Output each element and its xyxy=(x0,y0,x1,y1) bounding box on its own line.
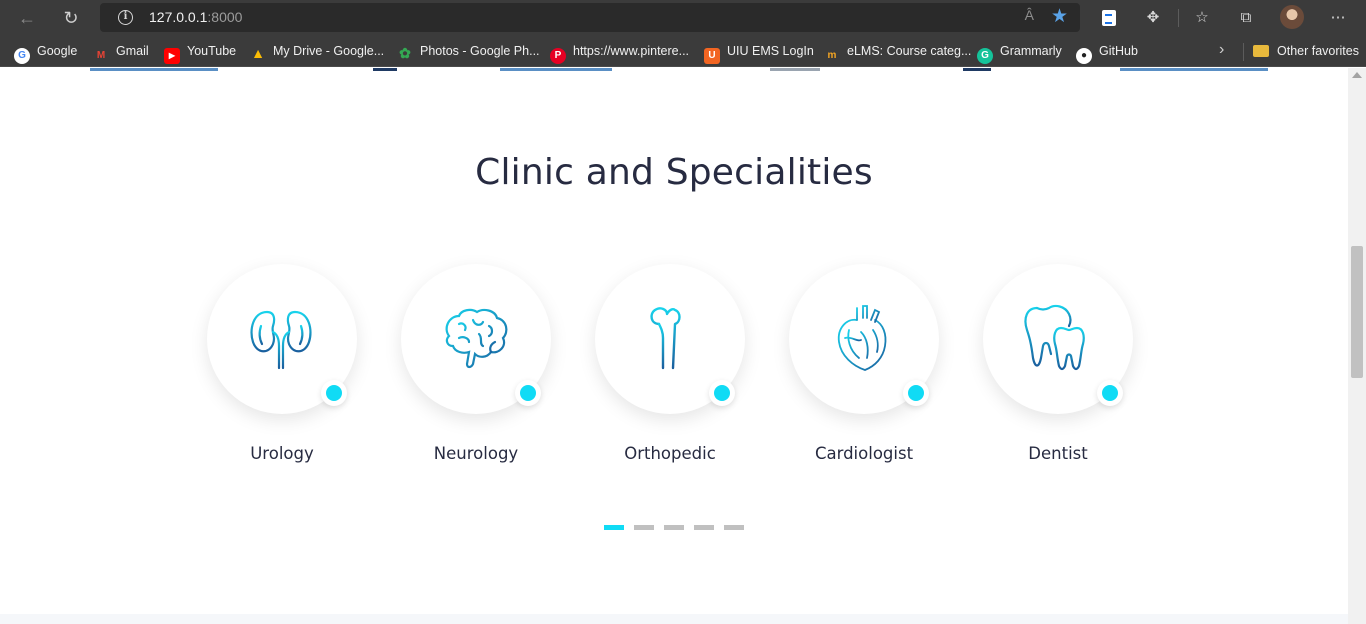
speciality-neurology[interactable]: Neurology xyxy=(379,264,573,474)
pager-dot[interactable] xyxy=(634,525,654,530)
bookmark-drive[interactable]: ▲ My Drive - Google... xyxy=(250,42,385,61)
scroll-up-arrow-icon[interactable] xyxy=(1352,72,1362,78)
bookmark-label: My Drive - Google... xyxy=(273,44,385,58)
bookmark-label: GitHub xyxy=(1099,44,1138,58)
previous-section-edge xyxy=(0,68,1348,72)
favorites-list-icon[interactable]: ☆ xyxy=(1190,6,1214,30)
uiu-icon: U xyxy=(704,48,720,64)
extension-doc-icon[interactable] xyxy=(1097,6,1121,30)
bookmark-label: Gmail xyxy=(116,44,149,58)
reload-icon[interactable]: ↻ xyxy=(57,5,85,31)
photos-icon: ✿ xyxy=(399,45,411,61)
speciality-label[interactable]: Orthopedic xyxy=(573,444,767,463)
extensions-puzzle-icon[interactable]: ✥ xyxy=(1141,6,1165,30)
speciality-label[interactable]: Neurology xyxy=(379,444,573,463)
bone-icon xyxy=(650,307,681,370)
speciality-indicator-dot xyxy=(1097,380,1123,406)
page-scrollbar[interactable] xyxy=(1348,68,1366,624)
speciality-label[interactable]: Cardiologist xyxy=(767,444,961,463)
read-aloud-icon[interactable]: Â xyxy=(1025,7,1034,23)
speciality-dentist[interactable]: Dentist xyxy=(961,264,1155,474)
kidney-icon xyxy=(250,310,312,370)
youtube-icon: ▶ xyxy=(164,48,180,64)
speciality-indicator-dot xyxy=(515,380,541,406)
bookmark-label: Grammarly xyxy=(1000,44,1062,58)
pager-dot[interactable] xyxy=(664,525,684,530)
bookmark-google[interactable]: G Google xyxy=(14,42,78,64)
speciality-label[interactable]: Dentist xyxy=(961,444,1155,463)
bookmark-label: https://www.pintere... xyxy=(573,44,690,58)
bookmark-uiu-ems[interactable]: U UIU EMS LogIn xyxy=(704,42,814,64)
pager-dot[interactable] xyxy=(724,525,744,530)
scroll-thumb[interactable] xyxy=(1351,246,1363,378)
profile-avatar[interactable] xyxy=(1280,5,1304,29)
other-favorites[interactable]: Other favorites xyxy=(1253,42,1359,60)
back-arrow-icon[interactable]: ← xyxy=(13,5,41,31)
bookmark-pinterest[interactable]: Phttps://www.pintere... xyxy=(550,42,690,64)
bookmark-photos[interactable]: ✿ Photos - Google Ph... xyxy=(397,42,540,61)
pager-dot[interactable] xyxy=(604,525,624,530)
speciality-indicator-dot xyxy=(709,380,735,406)
speciality-urology[interactable]: Urology xyxy=(185,264,379,474)
heart-icon xyxy=(837,305,887,371)
elms-icon: m xyxy=(827,50,837,61)
toolbar-divider xyxy=(1178,9,1179,27)
speciality-indicator-dot xyxy=(903,380,929,406)
favorite-star-icon[interactable]: ★ xyxy=(1051,5,1068,28)
bookmark-label: YouTube xyxy=(187,44,237,58)
speciality-indicator-dot xyxy=(321,380,347,406)
bookmarks-bar: G Google M Gmail ▶ YouTube ▲ My Drive - Goog… xyxy=(0,36,1366,67)
next-section-edge xyxy=(0,614,1348,624)
pager-dot[interactable] xyxy=(694,525,714,530)
site-info-icon[interactable]: i xyxy=(118,10,133,25)
other-favorites-label: Other favorites xyxy=(1277,44,1359,58)
bookmark-elms[interactable]: m eLMS: Course categ... xyxy=(824,42,972,61)
github-icon: ● xyxy=(1076,48,1092,64)
bookmark-label: Photos - Google Ph... xyxy=(420,44,540,58)
bookmark-github[interactable]: ● GitHub xyxy=(1076,42,1138,64)
pinterest-icon: P xyxy=(550,48,566,64)
folder-icon xyxy=(1253,45,1269,57)
browser-toolbar: ← ↻ i 127.0.0.1:8000 Â ★ ✥ ☆ ⧉ ⋯ xyxy=(0,0,1366,36)
bookmark-label: UIU EMS LogIn xyxy=(727,44,814,58)
url-port: :8000 xyxy=(207,9,243,25)
google-icon: G xyxy=(14,48,30,64)
section-title: Clinic and Specialities xyxy=(475,152,873,193)
tooth-icon xyxy=(1024,304,1085,371)
page-content: Clinic and Specialities Urology Neurolog… xyxy=(0,68,1348,624)
gmail-icon: M xyxy=(96,50,106,61)
bookmark-label: eLMS: Course categ... xyxy=(847,44,972,58)
bookmark-gmail[interactable]: M Gmail xyxy=(93,42,149,61)
speciality-label[interactable]: Urology xyxy=(185,444,379,463)
grammarly-icon: G xyxy=(977,48,993,64)
bookmark-grammarly[interactable]: G Grammarly xyxy=(977,42,1062,64)
speciality-orthopedic[interactable]: Orthopedic xyxy=(573,264,767,474)
chevron-right-icon[interactable]: › xyxy=(1219,41,1224,59)
speciality-cardiologist[interactable]: Cardiologist xyxy=(767,264,961,474)
more-menu-icon[interactable]: ⋯ xyxy=(1326,6,1350,30)
bookmark-youtube[interactable]: ▶ YouTube xyxy=(164,42,237,64)
url-text[interactable]: 127.0.0.1:8000 xyxy=(149,9,242,25)
address-bar[interactable]: i 127.0.0.1:8000 Â ★ xyxy=(100,3,1080,32)
url-host: 127.0.0.1 xyxy=(149,9,208,25)
brain-icon xyxy=(445,308,508,369)
bookmarks-divider xyxy=(1243,43,1244,61)
drive-icon: ▲ xyxy=(251,45,265,61)
bookmark-label: Google xyxy=(37,44,78,58)
collections-icon[interactable]: ⧉ xyxy=(1234,6,1258,30)
